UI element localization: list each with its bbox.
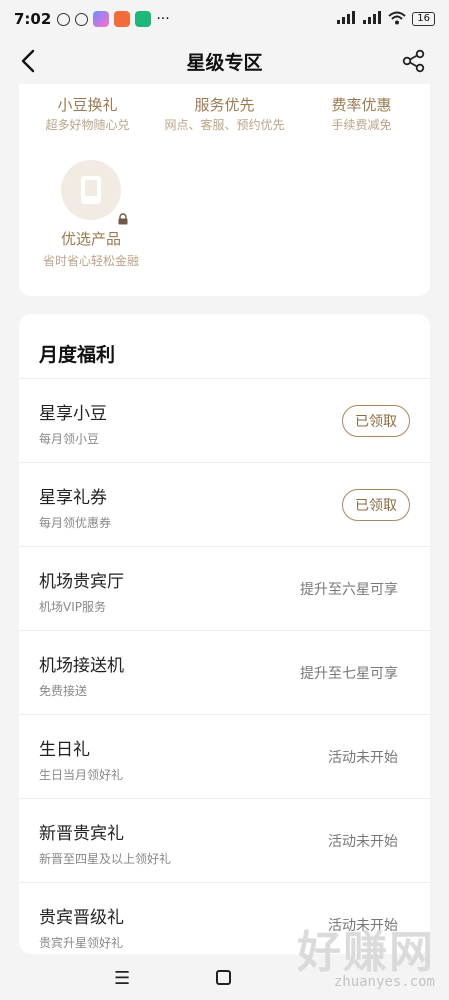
benefit-status: 提升至七星可享 — [300, 666, 398, 682]
privilege-item-products[interactable]: 优选产品 省时省心轻松金融 — [25, 160, 157, 269]
page-title: 星级专区 — [186, 51, 263, 74]
privileges-card: 小豆换礼 超多好物随心兑 服务优先 网点、客服、预约优先 费率优惠 手续费减免 … — [19, 84, 430, 296]
list-item[interactable]: 生日礼 生日当月领好礼 活动未开始 — [19, 714, 430, 798]
app-notification-icon — [135, 11, 152, 27]
list-item[interactable]: 星享礼券 每月领优惠券 已领取 — [19, 462, 430, 546]
more-notifications-icon: ··· — [156, 11, 170, 27]
benefit-status: 活动未开始 — [328, 834, 398, 850]
home-icon[interactable] — [216, 970, 231, 985]
back-arrow-icon[interactable] — [16, 48, 42, 74]
benefit-status: 提升至六星可享 — [300, 582, 398, 598]
product-icon — [61, 160, 128, 225]
privilege-title: 费率优惠 — [331, 96, 392, 114]
benefit-subtitle: 新晋至四星及以上领好礼 — [39, 852, 172, 866]
privilege-subtitle: 省时省心轻松金融 — [42, 254, 139, 268]
privilege-item-priority[interactable]: 服务优先 网点、客服、预约优先 — [156, 94, 293, 133]
privilege-title: 服务优先 — [194, 96, 255, 114]
benefit-subtitle: 生日当月领好礼 — [39, 768, 124, 782]
privilege-item-fee[interactable]: 费率优惠 手续费减免 — [293, 94, 430, 133]
status-bar: 7:02 ··· 16 — [0, 0, 449, 38]
privilege-item-exchange[interactable]: 小豆换礼 超多好物随心兑 — [19, 94, 156, 133]
privilege-title: 优选产品 — [60, 230, 121, 248]
signal-icon — [336, 10, 356, 28]
privilege-title: 小豆换礼 — [57, 96, 118, 114]
list-item[interactable]: 机场接送机 免费接送 提升至七星可享 — [19, 630, 430, 714]
watermark-text: 好赚网 — [297, 927, 435, 978]
page-header: 星级专区 — [0, 38, 449, 84]
benefit-subtitle: 免费接送 — [39, 684, 88, 698]
claimed-button[interactable]: 已领取 — [342, 489, 410, 521]
app-notification-icon — [114, 11, 131, 27]
wifi-icon — [388, 11, 406, 28]
list-item[interactable]: 新晋贵宾礼 新晋至四星及以上领好礼 活动未开始 — [19, 798, 430, 882]
lock-icon — [117, 210, 129, 225]
benefit-subtitle: 机场VIP服务 — [39, 600, 106, 614]
battery-indicator: 16 — [412, 12, 435, 26]
mute-icon — [57, 12, 71, 26]
privilege-subtitle: 网点、客服、预约优先 — [164, 118, 285, 132]
watermark: 好赚网 zhuanyes.com — [297, 916, 435, 990]
monthly-benefits-card: 月度福利 星享小豆 每月领小豆 已领取 星享礼券 每月领优惠券 已领取 机场贵宾… — [19, 314, 430, 954]
status-time: 7:02 — [14, 10, 52, 28]
claimed-button[interactable]: 已领取 — [342, 405, 410, 437]
privilege-subtitle: 超多好物随心兑 — [45, 118, 130, 132]
menu-icon[interactable]: ☰ — [114, 968, 130, 989]
alarm-icon — [75, 12, 89, 26]
benefit-status: 活动未开始 — [328, 750, 398, 766]
signal-icon — [362, 10, 382, 28]
privilege-subtitle: 手续费减免 — [331, 118, 392, 132]
app-notification-icon — [93, 11, 110, 27]
section-title: 月度福利 — [39, 344, 116, 366]
list-item[interactable]: 机场贵宾厅 机场VIP服务 提升至六星可享 — [19, 546, 430, 630]
share-icon[interactable] — [401, 48, 427, 74]
list-item[interactable]: 星享小豆 每月领小豆 已领取 — [19, 378, 430, 462]
